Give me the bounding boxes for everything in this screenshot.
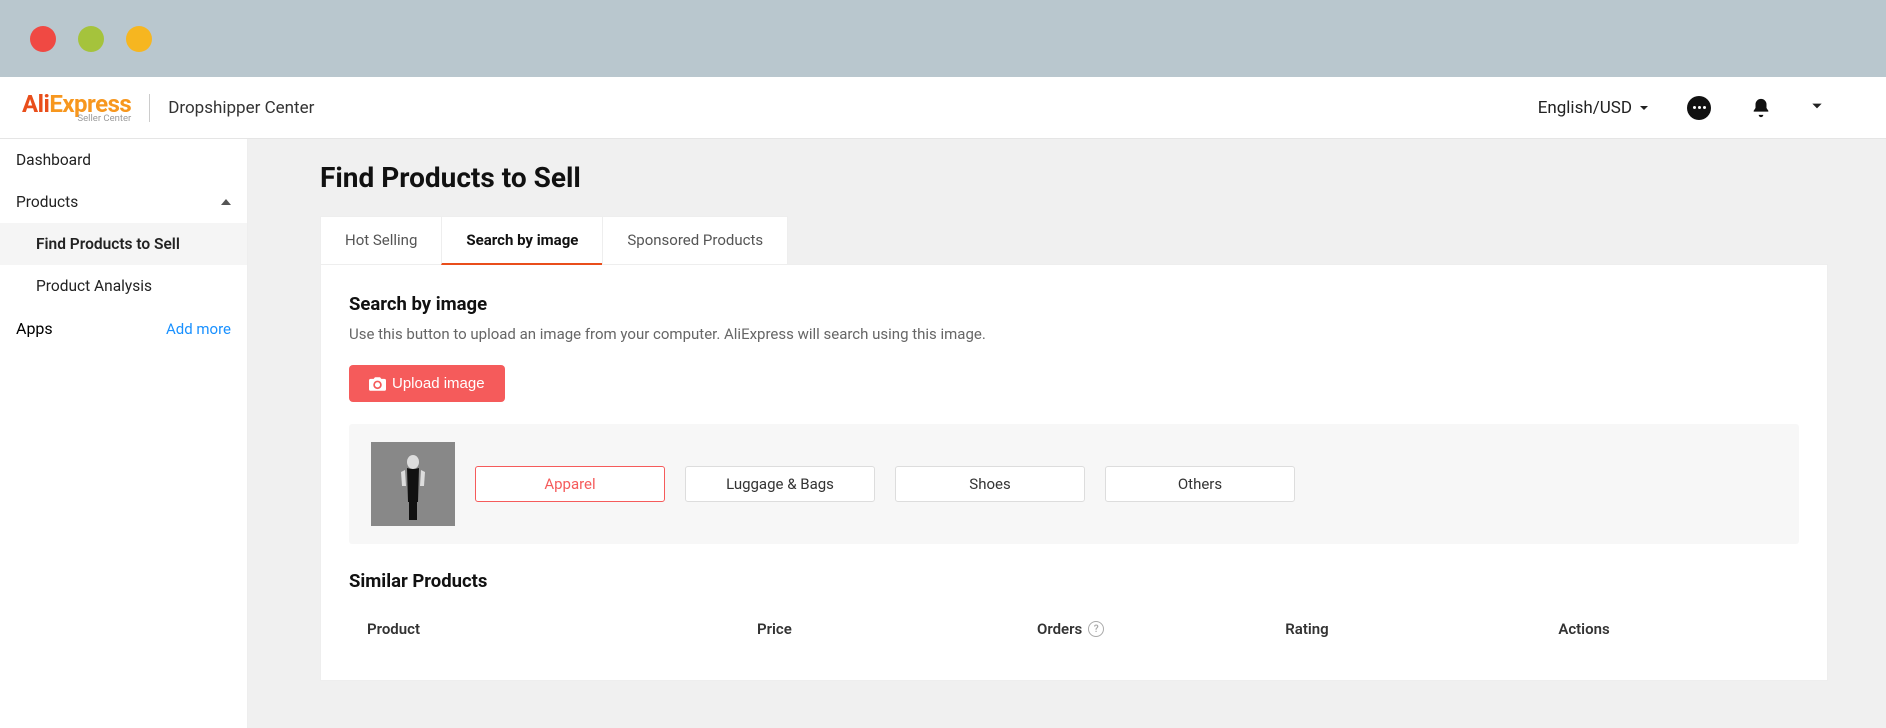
sidebar-sub-label: Find Products to Sell	[36, 235, 180, 253]
column-orders: Orders ?	[1037, 620, 1227, 638]
main-content: Find Products to Sell Hot Selling Search…	[248, 139, 1886, 728]
app-header: AliExpress Seller Center Dropshipper Cen…	[0, 77, 1886, 139]
category-luggage-bags[interactable]: Luggage & Bags	[685, 466, 875, 502]
tab-hot-selling[interactable]: Hot Selling	[320, 216, 442, 265]
panel-title: Search by image	[349, 293, 1799, 315]
chat-icon[interactable]	[1686, 95, 1712, 121]
browser-chrome	[0, 0, 1886, 77]
page-title: Find Products to Sell	[320, 161, 1828, 194]
sidebar-item-apps[interactable]: Apps Add more	[0, 307, 247, 350]
sidebar-sub-label: Product Analysis	[36, 277, 152, 295]
sidebar-item-dashboard[interactable]: Dashboard	[0, 139, 247, 181]
tabs: Hot Selling Search by image Sponsored Pr…	[320, 216, 1828, 265]
language-currency-selector[interactable]: English/USD	[1538, 98, 1650, 118]
logo[interactable]: AliExpress Seller Center	[22, 92, 131, 124]
chevron-up-icon	[221, 199, 231, 205]
uploaded-image-thumbnail[interactable]	[371, 442, 455, 526]
sidebar-item-label: Dashboard	[16, 151, 91, 169]
sidebar: Dashboard Products Find Products to Sell…	[0, 139, 248, 728]
category-row: Apparel Luggage & Bags Shoes Others	[349, 424, 1799, 544]
search-panel: Search by image Use this button to uploa…	[320, 264, 1828, 681]
table-header: Product Price Orders ? Rating Actions	[349, 606, 1799, 652]
sidebar-sub-find-products[interactable]: Find Products to Sell	[0, 223, 247, 265]
logo-subtitle: Seller Center	[22, 114, 131, 124]
sidebar-item-label: Products	[16, 193, 78, 211]
header-divider	[149, 94, 150, 122]
tab-search-by-image[interactable]: Search by image	[441, 216, 603, 265]
user-menu-caret[interactable]	[1810, 98, 1824, 117]
category-apparel[interactable]: Apparel	[475, 466, 665, 502]
sidebar-sub-product-analysis[interactable]: Product Analysis	[0, 265, 247, 307]
header-left: AliExpress Seller Center Dropshipper Cen…	[22, 92, 314, 124]
camera-icon	[369, 377, 386, 391]
panel-description: Use this button to upload an image from …	[349, 325, 1799, 343]
tab-sponsored-products[interactable]: Sponsored Products	[602, 216, 788, 265]
column-rating: Rating	[1227, 620, 1387, 638]
header-right: English/USD	[1538, 95, 1864, 121]
help-icon[interactable]: ?	[1088, 621, 1104, 637]
upload-button-label: Upload image	[392, 375, 485, 392]
column-price: Price	[757, 620, 1037, 638]
header-section-title: Dropshipper Center	[168, 98, 314, 118]
category-others[interactable]: Others	[1105, 466, 1295, 502]
window-close-button[interactable]	[30, 26, 56, 52]
caret-down-icon	[1638, 102, 1650, 114]
column-product: Product	[367, 620, 757, 638]
similar-products-title: Similar Products	[349, 570, 1799, 592]
upload-image-button[interactable]: Upload image	[349, 365, 505, 402]
window-maximize-button[interactable]	[126, 26, 152, 52]
sidebar-item-label: Apps	[16, 319, 53, 338]
sidebar-item-products[interactable]: Products	[0, 181, 247, 223]
column-orders-label: Orders	[1037, 620, 1082, 638]
notifications-icon[interactable]	[1748, 95, 1774, 121]
category-shoes[interactable]: Shoes	[895, 466, 1085, 502]
add-more-link[interactable]: Add more	[166, 320, 231, 338]
column-actions: Actions	[1387, 620, 1781, 638]
lang-currency-label: English/USD	[1538, 98, 1632, 118]
window-minimize-button[interactable]	[78, 26, 104, 52]
